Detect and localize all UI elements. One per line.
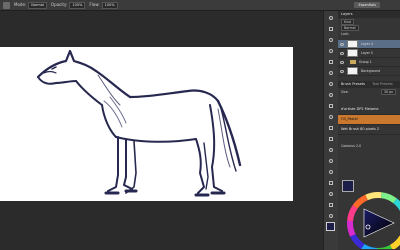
list-item[interactable]: Wet Brush 80 pixels 2 xyxy=(338,125,400,135)
flow-control[interactable]: Flow: 100% xyxy=(89,0,118,10)
brush-presets-panel: Brush Presets Tool Presets Size: 30 px d… xyxy=(338,81,400,135)
workspace-switcher[interactable]: Essentials xyxy=(354,2,380,8)
lasso-tool-icon[interactable] xyxy=(327,36,335,44)
tab-brush-presets[interactable]: Brush Presets xyxy=(341,82,365,86)
blend-mode-dropdown[interactable]: Normal xyxy=(341,25,359,31)
marquee-tool-icon[interactable] xyxy=(327,25,335,33)
move-tool-icon[interactable] xyxy=(327,14,335,22)
brush-tool-icon[interactable] xyxy=(327,91,335,99)
layer-row[interactable]: Layer 5 xyxy=(338,49,400,58)
layer-thumbnail xyxy=(347,49,358,57)
size-field[interactable]: 30 px xyxy=(381,88,396,95)
layer-row[interactable]: Group 1 xyxy=(338,58,400,67)
eyedropper-tool-icon[interactable] xyxy=(327,69,335,77)
visibility-eye-icon[interactable] xyxy=(340,69,344,73)
layer-row[interactable]: Layer 4 xyxy=(338,40,400,49)
layer-thumbnail xyxy=(347,40,358,48)
opacity-control[interactable]: Opacity: 100% xyxy=(50,0,86,10)
flow-field[interactable]: 100% xyxy=(101,1,118,9)
brush-tool-icon[interactable] xyxy=(3,1,10,9)
tools-panel xyxy=(323,11,339,250)
mode-dropdown[interactable]: Normal xyxy=(28,1,47,9)
right-panels: Layers Kind Normal Lock: Layer 4 Layer 5… xyxy=(338,11,400,250)
flow-label: Flow: xyxy=(89,2,100,7)
layers-panel-tabs: Layers xyxy=(338,11,400,18)
layer-name: Background xyxy=(361,69,381,73)
gradient-tool-icon[interactable] xyxy=(327,135,335,143)
preset-list: d'artiste DP2 Melame Oli_Pastel Wet Brus… xyxy=(338,105,400,135)
horse-sketch xyxy=(36,49,242,197)
visibility-eye-icon[interactable] xyxy=(340,42,344,46)
foreground-color-swatch[interactable] xyxy=(326,222,335,231)
folder-icon xyxy=(350,60,356,64)
crop-tool-icon[interactable] xyxy=(327,58,335,66)
shape-tool-icon[interactable] xyxy=(327,201,335,209)
color-panel-title: Coolorus 2.0 xyxy=(341,144,362,148)
eraser-tool-icon[interactable] xyxy=(327,124,335,132)
drawing-canvas[interactable] xyxy=(0,47,293,201)
tab-tool-presets[interactable]: Tool Presets xyxy=(372,82,393,86)
tab-layers[interactable]: Layers xyxy=(341,12,353,16)
opacity-label: Opacity: xyxy=(50,2,68,7)
stamp-tool-icon[interactable] xyxy=(327,102,335,110)
visibility-eye-icon[interactable] xyxy=(340,51,344,55)
list-item[interactable]: Oli_Pastel xyxy=(338,115,400,125)
brush-size-row: Size: 30 px xyxy=(338,88,400,95)
options-bar: Mode: Normal Opacity: 100% Flow: 100% Es… xyxy=(0,0,400,11)
document-area xyxy=(0,11,315,250)
list-item[interactable]: d'artiste DP2 Melame xyxy=(338,105,400,115)
color-triangle xyxy=(363,208,395,238)
lock-label: Lock: xyxy=(341,32,350,36)
layer-name: Layer 5 xyxy=(361,51,373,55)
layer-list: Layer 4 Layer 5 Group 1 Background xyxy=(338,40,400,76)
color-wheel[interactable] xyxy=(338,187,400,249)
hand-tool-icon[interactable] xyxy=(327,212,335,220)
layer-thumbnail xyxy=(347,67,358,75)
type-tool-icon[interactable] xyxy=(327,179,335,187)
size-label: Size: xyxy=(341,89,349,94)
layer-name: Layer 4 xyxy=(361,42,373,46)
layer-name: Group 1 xyxy=(359,60,372,64)
brush-panel-tabs: Brush Presets Tool Presets xyxy=(338,81,400,88)
opacity-field[interactable]: 100% xyxy=(69,1,86,9)
visibility-eye-icon[interactable] xyxy=(340,60,344,64)
path-select-tool-icon[interactable] xyxy=(327,190,335,198)
history-brush-tool-icon[interactable] xyxy=(327,113,335,121)
quick-select-tool-icon[interactable] xyxy=(327,47,335,55)
mode-label: Mode: xyxy=(14,2,27,7)
healing-tool-icon[interactable] xyxy=(327,80,335,88)
blur-tool-icon[interactable] xyxy=(327,146,335,154)
mode-control[interactable]: Mode: Normal xyxy=(14,0,47,10)
pen-tool-icon[interactable] xyxy=(327,168,335,176)
dodge-tool-icon[interactable] xyxy=(327,157,335,165)
layer-row[interactable]: Background xyxy=(338,67,400,76)
layers-controls: Kind Normal Lock: xyxy=(338,18,400,38)
